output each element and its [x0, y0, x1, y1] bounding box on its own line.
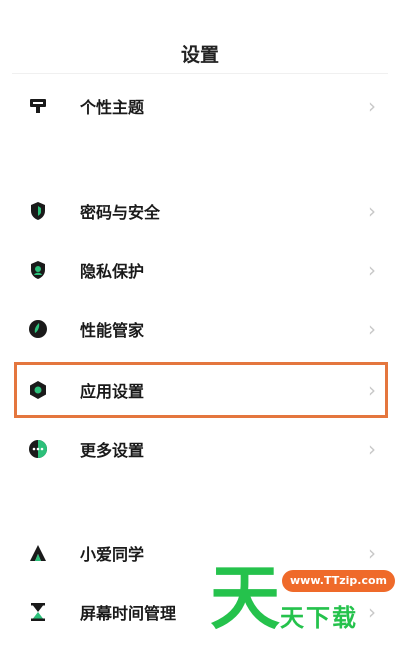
settings-item-label: 应用设置 — [80, 382, 145, 401]
settings-item-label: 更多设置 — [80, 441, 145, 460]
hourglass-icon — [28, 602, 48, 622]
header-divider — [12, 73, 388, 74]
chevron-right-icon: › — [368, 199, 376, 223]
chevron-right-icon: › — [368, 378, 376, 402]
chevron-right-icon: › — [368, 94, 376, 118]
settings-item-theme[interactable]: 个性主题 › — [0, 84, 400, 128]
watermark-url: www.TTzip.com — [282, 570, 395, 592]
settings-item-privacy[interactable]: 隐私保护 › — [0, 248, 400, 292]
shield-lock-icon — [28, 201, 48, 221]
settings-item-label: 隐私保护 — [80, 262, 145, 281]
app-settings-icon — [28, 380, 48, 400]
performance-icon — [28, 319, 48, 339]
settings-item-label: 屏幕时间管理 — [80, 604, 177, 623]
settings-item-app-settings[interactable]: 应用设置 › — [0, 368, 400, 412]
theme-icon — [28, 96, 48, 116]
watermark-text: 天下载 — [280, 604, 358, 632]
watermark-big-char: 天 — [210, 557, 280, 639]
chevron-right-icon: › — [368, 437, 376, 461]
chevron-right-icon: › — [368, 258, 376, 282]
page-title: 设置 — [180, 44, 219, 66]
settings-item-password-security[interactable]: 密码与安全 › — [0, 189, 400, 233]
chevron-right-icon: › — [368, 317, 376, 341]
settings-item-label: 小爱同学 — [80, 545, 145, 564]
xiaoai-icon — [28, 543, 48, 563]
more-settings-icon — [28, 439, 48, 459]
settings-item-label: 个性主题 — [80, 98, 145, 117]
watermark-logo: 天 www.TTzip.com 天下载 — [210, 557, 400, 640]
settings-item-label: 性能管家 — [80, 321, 145, 340]
settings-item-performance[interactable]: 性能管家 › — [0, 307, 400, 351]
privacy-shield-icon — [28, 260, 48, 280]
settings-item-more-settings[interactable]: 更多设置 › — [0, 427, 400, 471]
settings-item-label: 密码与安全 — [80, 203, 161, 222]
